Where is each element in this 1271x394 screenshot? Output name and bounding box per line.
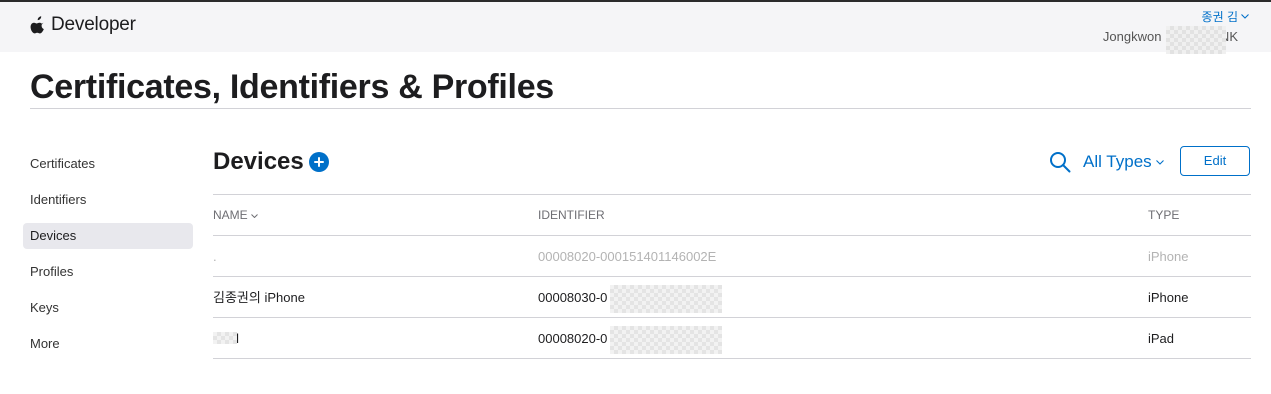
redacted-area — [610, 285, 722, 313]
apple-logo-icon — [30, 15, 44, 33]
sidebar-item-more[interactable]: More — [23, 331, 193, 357]
user-name-label: 종권 김 — [1201, 10, 1238, 24]
redacted-area — [610, 326, 722, 354]
column-header-name[interactable]: NAME — [213, 195, 258, 236]
chevron-down-icon — [1241, 14, 1249, 19]
sidebar-item-devices[interactable]: Devices — [23, 223, 193, 249]
device-name: 김종권의 iPhone — [213, 290, 305, 305]
section-title: Devices — [213, 148, 304, 175]
sidebar-nav: Certificates Identifiers Devices Profile… — [23, 151, 193, 367]
device-identifier: 00008020-0 E — [538, 331, 620, 346]
add-device-button[interactable] — [309, 152, 329, 172]
table-row[interactable]: iPad 00008020-0 E iPad — [213, 318, 1251, 359]
title-divider — [30, 108, 1251, 109]
page-title: Certificates, Identifiers & Profiles — [30, 68, 554, 106]
device-name: . — [213, 249, 217, 264]
table-row[interactable]: 김종권의 iPhone 00008030-0 2E iPhone — [213, 277, 1251, 318]
devices-table: NAME IDENTIFIER TYPE . 00008020-00015140… — [213, 194, 1251, 359]
column-header-type: TYPE — [1148, 208, 1180, 222]
redacted-area — [1166, 26, 1226, 54]
sidebar-item-certificates[interactable]: Certificates — [23, 151, 193, 177]
brand-label: Developer — [51, 14, 136, 35]
sidebar-item-identifiers[interactable]: Identifiers — [23, 187, 193, 213]
type-filter-dropdown[interactable]: All Types — [1083, 152, 1164, 172]
search-icon[interactable] — [1049, 151, 1071, 173]
account-menu[interactable]: 종권 김 — [1202, 8, 1249, 25]
column-header-identifier: IDENTIFIER — [538, 208, 605, 222]
sidebar-item-keys[interactable]: Keys — [23, 295, 193, 321]
device-identifier: 00008020-000151401146002E — [538, 249, 717, 264]
table-row[interactable]: . 00008020-000151401146002E iPhone — [213, 236, 1251, 277]
redacted-area — [213, 332, 237, 344]
filter-label: All Types — [1083, 152, 1152, 171]
table-header: NAME IDENTIFIER TYPE — [213, 195, 1251, 236]
chevron-down-icon — [1155, 159, 1164, 165]
device-type: iPad — [1148, 331, 1175, 346]
device-type: iPhone — [1148, 249, 1189, 264]
column-name-label: NAME — [213, 208, 248, 222]
device-type: iPhone — [1148, 290, 1189, 305]
chevron-down-icon — [250, 213, 258, 218]
developer-home-link[interactable]: Developer — [30, 14, 136, 36]
sidebar-item-profiles[interactable]: Profiles — [23, 259, 193, 285]
top-nav-bar: Developer 종권 김 Jongkwon Kim - SS NK — [0, 0, 1271, 54]
edit-button[interactable]: Edit — [1180, 146, 1250, 176]
plus-icon — [314, 157, 324, 167]
